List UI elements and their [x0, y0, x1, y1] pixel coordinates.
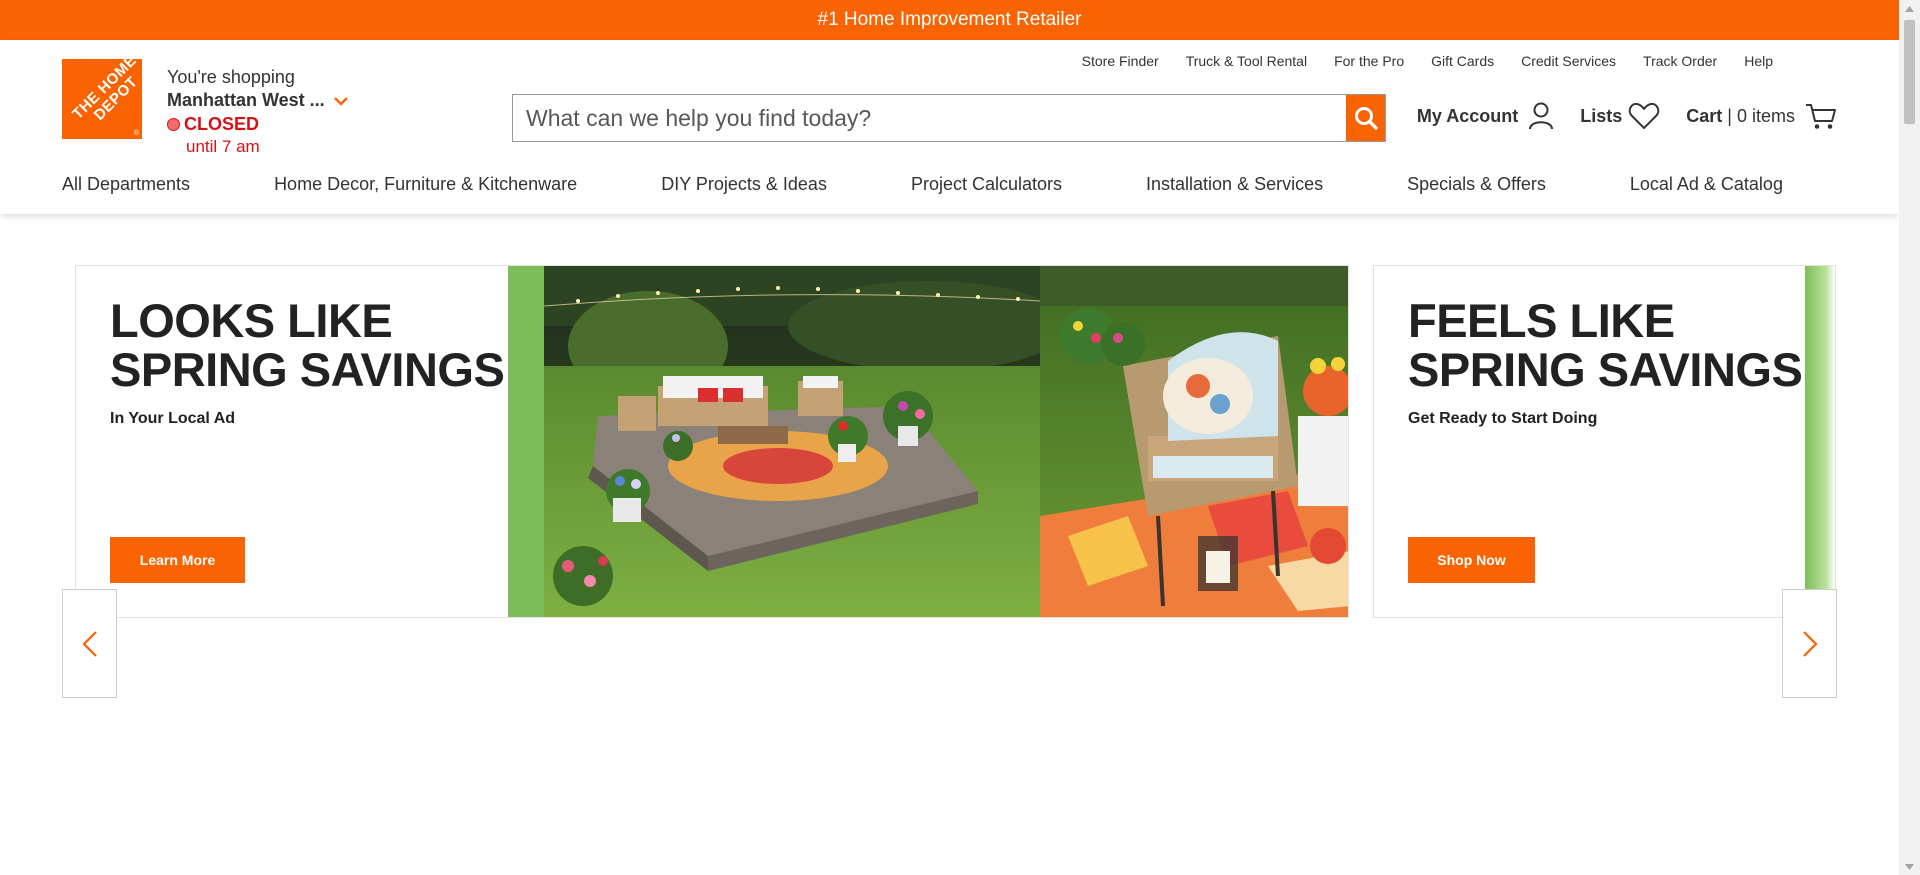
- utility-link-track-order[interactable]: Track Order: [1643, 53, 1717, 69]
- site-header: THE HOME DEPOT ® You're shopping Manhatt…: [0, 40, 1899, 214]
- utility-link-gift-cards[interactable]: Gift Cards: [1431, 53, 1494, 69]
- cart-button[interactable]: Cart | 0 items: [1686, 102, 1837, 130]
- nav-project-calculators[interactable]: Project Calculators: [911, 174, 1062, 195]
- store-hours-until: until 7 am: [186, 137, 260, 156]
- slide-title-line: FEELS LIKE: [1408, 294, 1675, 347]
- carousel-slide[interactable]: FEELS LIKE SPRING SAVINGS Get Ready to S…: [1373, 265, 1836, 618]
- utility-nav: Store Finder Truck & Tool Rental For the…: [1082, 53, 1773, 69]
- store-name[interactable]: Manhattan West ...: [167, 90, 349, 111]
- cart-count: 0 items: [1736, 105, 1795, 126]
- patio-photo: [508, 266, 1348, 617]
- lists-button[interactable]: Lists: [1580, 102, 1660, 130]
- search-input[interactable]: [513, 95, 1346, 141]
- slide-title-line: SPRING SAVINGS: [110, 343, 505, 396]
- heart-icon: [1628, 102, 1660, 130]
- my-account-button[interactable]: My Account: [1417, 102, 1554, 130]
- top-promo-text: #1 Home Improvement Retailer: [817, 9, 1082, 30]
- lists-label: Lists: [1580, 105, 1623, 126]
- top-promo-banner[interactable]: #1 Home Improvement Retailer: [0, 0, 1899, 40]
- scrollbar-thumb[interactable]: [1904, 20, 1915, 124]
- my-account-label: My Account: [1416, 105, 1519, 126]
- store-name-text: Manhattan West ...: [167, 90, 325, 110]
- slide-title-line: LOOKS LIKE: [110, 294, 393, 347]
- registered-mark: ®: [133, 130, 139, 137]
- search-icon: [1354, 107, 1378, 130]
- utility-link-help[interactable]: Help: [1744, 53, 1773, 69]
- search-button[interactable]: [1346, 95, 1385, 141]
- main-nav: All Departments Home Decor, Furniture & …: [62, 174, 1783, 195]
- utility-link-for-the-pro[interactable]: For the Pro: [1334, 53, 1404, 69]
- nav-installation-services[interactable]: Installation & Services: [1146, 174, 1323, 195]
- slide-title: FEELS LIKE SPRING SAVINGS: [1408, 294, 1803, 396]
- cart-icon: [1805, 102, 1837, 130]
- utility-link-credit-services[interactable]: Credit Services: [1521, 53, 1616, 69]
- nav-home-decor[interactable]: Home Decor, Furniture & Kitchenware: [274, 174, 577, 195]
- nav-specials-offers[interactable]: Specials & Offers: [1407, 174, 1546, 195]
- utility-link-store-finder[interactable]: Store Finder: [1082, 53, 1159, 69]
- nav-local-ad-catalog[interactable]: Local Ad & Catalog: [1630, 174, 1783, 195]
- store-status-text: CLOSED: [184, 114, 260, 134]
- slide-title-line: SPRING SAVINGS: [1408, 343, 1803, 396]
- scroll-up-arrow-icon[interactable]: [1899, 0, 1920, 17]
- cart-separator: |: [1727, 105, 1732, 126]
- chevron-right-icon: [1802, 630, 1818, 657]
- cart-label: Cart: [1686, 105, 1723, 126]
- nav-diy-projects[interactable]: DIY Projects & Ideas: [661, 174, 827, 195]
- chevron-left-icon: [81, 630, 97, 657]
- logo-text: THE HOME DEPOT: [69, 59, 142, 124]
- store-shopping-label: You're shopping: [167, 67, 295, 87]
- user-icon: [1528, 102, 1554, 130]
- home-depot-logo[interactable]: THE HOME DEPOT ®: [62, 59, 142, 139]
- slide-subtitle: Get Ready to Start Doing: [1408, 410, 1598, 427]
- store-status: CLOSED: [167, 114, 349, 135]
- slide-title: LOOKS LIKE SPRING SAVINGS: [110, 294, 505, 396]
- status-dot-icon: [167, 118, 180, 131]
- carousel-prev-button[interactable]: [62, 589, 117, 698]
- shop-now-button[interactable]: Shop Now: [1408, 537, 1535, 583]
- carousel-next-button[interactable]: [1782, 589, 1837, 698]
- slide-subtitle: In Your Local Ad: [110, 410, 236, 427]
- slide-image-edge: [1805, 266, 1835, 617]
- slide-text: LOOKS LIKE SPRING SAVINGS In Your Local …: [110, 294, 505, 428]
- search-bar: [512, 94, 1386, 142]
- store-selector[interactable]: You're shopping Manhattan West ... CLOSE…: [167, 67, 349, 157]
- slide-text: FEELS LIKE SPRING SAVINGS Get Ready to S…: [1408, 294, 1803, 428]
- chevron-down-icon: [333, 96, 348, 106]
- header-actions: My Account Lists Cart | 0 items: [1391, 102, 1837, 130]
- carousel-slide[interactable]: LOOKS LIKE SPRING SAVINGS In Your Local …: [75, 265, 1349, 618]
- scroll-down-arrow-icon[interactable]: [1899, 858, 1920, 875]
- page-scrollbar[interactable]: [1899, 0, 1920, 875]
- learn-more-button[interactable]: Learn More: [110, 537, 245, 583]
- utility-link-truck-rental[interactable]: Truck & Tool Rental: [1186, 53, 1307, 69]
- nav-all-departments[interactable]: All Departments: [62, 174, 190, 195]
